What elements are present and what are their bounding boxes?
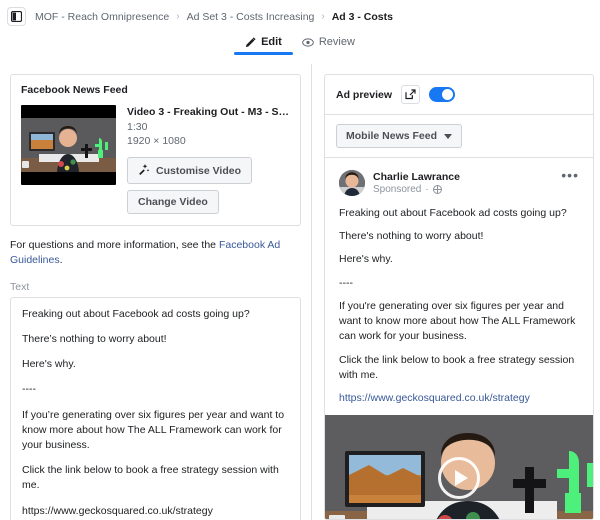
magic-wand-icon bbox=[138, 163, 150, 178]
post-video-player[interactable] bbox=[325, 415, 593, 519]
post-header: Charlie Lawrance Sponsored · ••• bbox=[339, 168, 579, 196]
ad-text-line: ---- bbox=[22, 383, 36, 396]
guidelines-suffix: . bbox=[59, 254, 63, 267]
guidelines-prefix: For questions and more information, see … bbox=[10, 239, 219, 252]
post-body-line: Freaking out about Facebook ad costs goi… bbox=[339, 207, 567, 219]
customise-video-label: Customise Video bbox=[156, 164, 241, 177]
post-body-line: Click the link below to book a free stra… bbox=[339, 353, 575, 381]
post-body-line: Here's why. bbox=[339, 253, 393, 266]
ad-editor-screen: MOF - Reach Omnipresence › Ad Set 3 - Co… bbox=[0, 0, 600, 520]
video-meta: Video 3 - Freaking Out - M3 - Sire... 1:… bbox=[127, 105, 290, 215]
tab-edit-label: Edit bbox=[261, 36, 282, 48]
ad-text-line: Here's why. bbox=[22, 358, 76, 371]
sponsored-label: Sponsored bbox=[373, 184, 422, 195]
video-resolution: 1920 × 1080 bbox=[127, 135, 186, 148]
video-duration: 1:30 bbox=[127, 121, 148, 133]
play-icon[interactable] bbox=[438, 457, 480, 500]
toggle-knob bbox=[442, 89, 454, 100]
placement-select-label: Mobile News Feed bbox=[346, 130, 438, 142]
ad-preview-title: Ad preview bbox=[336, 88, 393, 101]
video-name: Video 3 - Freaking Out - M3 - Sire... bbox=[127, 106, 290, 118]
chevron-down-icon bbox=[444, 133, 453, 139]
sidebar-panel-icon[interactable] bbox=[7, 7, 26, 26]
guidelines-note: For questions and more information, see … bbox=[10, 238, 301, 267]
media-row: Video 3 - Freaking Out - M3 - Sire... 1:… bbox=[21, 105, 290, 215]
post-identity: Charlie Lawrance Sponsored · bbox=[373, 170, 553, 195]
tab-bar: Edit Review bbox=[0, 36, 600, 64]
avatar bbox=[339, 170, 365, 196]
post-body-line: If you're generating over six figures pe… bbox=[339, 299, 576, 343]
ad-text-input[interactable]: Freaking out about Facebook ad costs goi… bbox=[10, 296, 301, 520]
breadcrumb-separator: › bbox=[176, 10, 180, 22]
post-link-url[interactable]: https://www.geckosquared.co.uk/strategy bbox=[339, 391, 579, 406]
eye-icon bbox=[302, 37, 314, 48]
ad-text-line: https://www.geckosquared.co.uk/strategy bbox=[22, 504, 213, 517]
placement-select-row: Mobile News Feed bbox=[325, 115, 593, 158]
meta-dot: · bbox=[425, 184, 429, 195]
post-body-line: There's nothing to worry about! bbox=[339, 230, 484, 243]
ellipsis-icon[interactable]: ••• bbox=[561, 168, 579, 182]
change-video-label: Change Video bbox=[138, 196, 208, 209]
ad-preview-header: Ad preview bbox=[325, 75, 593, 115]
ad-preview-card: Ad preview Mobile News Feed Charlie Lawr… bbox=[324, 74, 594, 520]
ad-preview-toggle[interactable] bbox=[429, 87, 456, 102]
tab-edit[interactable]: Edit bbox=[234, 36, 293, 55]
breadcrumb-item-ad[interactable]: Ad 3 - Costs bbox=[332, 11, 393, 23]
edit-panel: Facebook News Feed Video 3 - Freaking Ou… bbox=[0, 64, 311, 520]
preview-panel: Ad preview Mobile News Feed Charlie Lawr… bbox=[312, 64, 600, 520]
card-title: Facebook News Feed bbox=[21, 84, 128, 96]
pencil-icon bbox=[245, 36, 256, 48]
breadcrumb-item-campaign[interactable]: MOF - Reach Omnipresence bbox=[35, 11, 169, 23]
news-feed-media-card: Facebook News Feed Video 3 - Freaking Ou… bbox=[10, 74, 301, 227]
post-body-line: ---- bbox=[339, 276, 353, 289]
ad-text-line: Click the link below to book a free stra… bbox=[22, 464, 279, 492]
breadcrumb-separator: › bbox=[321, 10, 325, 22]
ad-text-line: Freaking out about Facebook ad costs goi… bbox=[22, 307, 250, 320]
breadcrumb: MOF - Reach Omnipresence › Ad Set 3 - Co… bbox=[35, 11, 393, 23]
change-video-button[interactable]: Change Video bbox=[127, 190, 219, 215]
post-meta: Sponsored · bbox=[373, 184, 553, 195]
video-thumbnail[interactable] bbox=[21, 105, 116, 185]
customise-video-button[interactable]: Customise Video bbox=[127, 157, 252, 185]
tab-review[interactable]: Review bbox=[302, 36, 355, 55]
top-bar: MOF - Reach Omnipresence › Ad Set 3 - Co… bbox=[0, 0, 600, 33]
ad-text-line: There’s nothing to worry about! bbox=[22, 332, 167, 345]
globe-icon bbox=[432, 185, 442, 194]
page-name[interactable]: Charlie Lawrance bbox=[373, 171, 553, 183]
tab-review-label: Review bbox=[318, 36, 355, 48]
text-field-label: Text bbox=[10, 280, 30, 293]
ad-post-preview: Charlie Lawrance Sponsored · ••• Freakin… bbox=[325, 158, 593, 406]
ad-text-line: If you’re generating over six figures pe… bbox=[22, 408, 285, 452]
breadcrumb-item-adset[interactable]: Ad Set 3 - Costs Increasing bbox=[187, 11, 315, 23]
placement-select[interactable]: Mobile News Feed bbox=[336, 124, 463, 148]
external-link-icon[interactable] bbox=[401, 85, 421, 104]
post-body: Freaking out about Facebook ad costs goi… bbox=[339, 206, 579, 406]
